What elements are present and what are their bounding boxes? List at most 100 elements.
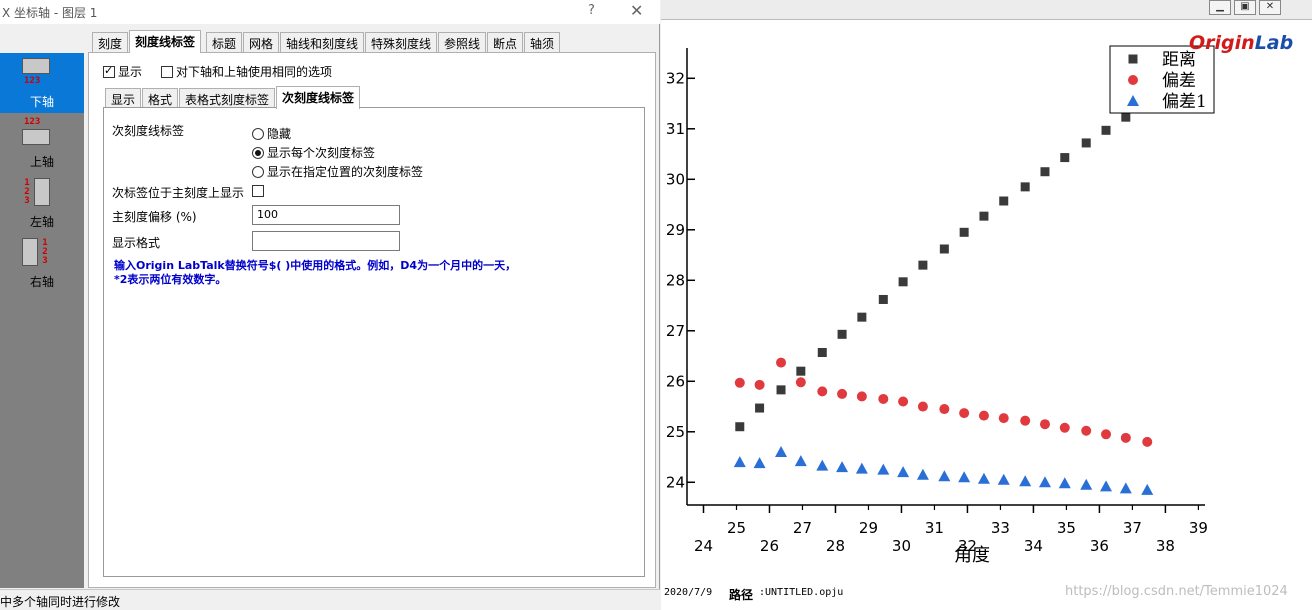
data-point-2 <box>938 470 951 482</box>
x-major-tick-label: 26 <box>760 537 779 555</box>
axis-item-label: 下轴 <box>29 95 54 109</box>
scatter-chart[interactable]: 24252627282930313224 26 28 30 32 34 36 3825 27 29… <box>661 0 1312 584</box>
data-point-0 <box>939 244 949 254</box>
data-point-0 <box>898 277 908 287</box>
data-point-1 <box>1039 419 1050 430</box>
axis-item-label: 上轴 <box>29 155 54 169</box>
data-point-2 <box>1080 478 1093 490</box>
tab-scale[interactable]: 刻度 <box>92 32 129 52</box>
path-value: :UNTITLED.opju <box>759 587 844 598</box>
subtab-display[interactable]: 显示 <box>105 88 142 108</box>
at-major-label: 次标签位于主刻度上显示 <box>112 186 245 200</box>
data-point-1 <box>837 388 848 399</box>
status-text: 中多个轴同时进行修改 <box>0 595 121 609</box>
x-major-tick-label: 38 <box>1156 537 1175 555</box>
format-label: 显示格式 <box>112 236 161 250</box>
tab-rug[interactable]: 轴须 <box>524 32 561 52</box>
data-point-2 <box>1038 476 1051 488</box>
y-tick-label: 29 <box>666 221 685 239</box>
x-minor-tick-label: 29 <box>859 519 878 537</box>
subtab-format[interactable]: 格式 <box>142 88 179 108</box>
tab-breaks[interactable]: 断点 <box>487 32 524 52</box>
data-point-2 <box>753 457 766 469</box>
axis-item-right[interactable]: 1 2 3 右轴 <box>0 233 84 293</box>
data-point-1 <box>734 377 745 388</box>
axis-dialog: X 坐标轴 - 图层 1 ? ✕ 123 下轴 123 上轴 1 2 3 左轴 <box>0 0 660 610</box>
data-point-2 <box>1100 480 1113 492</box>
x-major-tick-label: 30 <box>892 537 911 555</box>
tab-tick-labels[interactable]: 刻度线标签 <box>129 30 202 53</box>
offset-label: 主刻度偏移 (%) <box>112 210 197 224</box>
x-major-tick-label: 28 <box>826 537 845 555</box>
data-point-1 <box>1101 429 1112 440</box>
at-major-checkbox[interactable] <box>252 184 267 198</box>
data-point-1 <box>754 379 765 390</box>
offset-input[interactable]: 100 <box>252 205 400 225</box>
data-point-0 <box>755 403 765 413</box>
radio-show-specified[interactable]: 显示在指定位置的次刻度标签 <box>252 163 423 180</box>
tab-title[interactable]: 标题 <box>206 32 243 52</box>
axis-item-top[interactable]: 123 上轴 <box>0 113 84 173</box>
axis-item-label: 左轴 <box>29 215 54 229</box>
tab-grid[interactable]: 网格 <box>243 32 280 52</box>
radio-icon <box>252 128 264 140</box>
data-point-1 <box>998 413 1009 424</box>
data-point-1 <box>795 377 806 388</box>
data-point-1 <box>978 410 989 421</box>
data-point-0 <box>1081 138 1091 148</box>
graph-window: ▁ ▣ ✕ 24 25 26 27 28 29 30 31 32 24 26 28 30 32 34 36 38… <box>661 0 1312 610</box>
x-minor-tick-label: 35 <box>1057 519 1076 537</box>
format-hint: 输入Origin LabTalk替换符号$( )中使用的格式。例如，D4为一个月… <box>114 259 517 286</box>
subtab-table-labels[interactable]: 表格式刻度标签 <box>179 88 276 108</box>
x-minor-tick-label: 37 <box>1123 519 1142 537</box>
data-point-2 <box>1058 477 1071 489</box>
axis-item-bottom[interactable]: 123 下轴 <box>0 53 84 113</box>
data-point-0 <box>796 366 806 376</box>
data-point-0 <box>1060 153 1070 163</box>
close-button[interactable]: ✕ <box>630 1 643 20</box>
data-point-1 <box>917 401 928 412</box>
data-point-0 <box>878 294 888 304</box>
data-point-1 <box>939 404 950 415</box>
y-tick-label: 31 <box>666 120 685 138</box>
tab-special-ticks[interactable]: 特殊刻度线 <box>365 32 438 52</box>
radio-hide[interactable]: 隐藏 <box>252 125 291 142</box>
tab-line-ticks[interactable]: 轴线和刻度线 <box>280 32 365 52</box>
radio-selected-icon <box>252 147 264 159</box>
show-checkbox[interactable]: 显示 <box>103 63 142 80</box>
y-tick-label: 24 <box>666 473 685 491</box>
format-input[interactable] <box>252 231 400 251</box>
data-point-2 <box>997 473 1010 485</box>
data-point-0 <box>857 312 867 322</box>
dialog-titlebar: X 坐标轴 - 图层 1 ? ✕ <box>0 0 660 24</box>
data-point-1 <box>856 391 867 402</box>
data-point-0 <box>959 227 969 237</box>
same-options-checkbox[interactable]: 对下轴和上轴使用相同的选项 <box>161 63 332 80</box>
data-point-1 <box>1142 436 1153 447</box>
path-label: 路径 <box>729 588 754 602</box>
graph-date: 2020/7/9 <box>664 587 713 598</box>
right-axis-icon: 1 2 3 <box>22 236 50 268</box>
help-button[interactable]: ? <box>588 3 595 18</box>
data-point-0 <box>776 385 786 395</box>
data-point-2 <box>775 445 788 457</box>
data-point-1 <box>878 393 889 404</box>
tab-content-panel: 显示 对下轴和上轴使用相同的选项 显示 格式 表格式刻度标签 次刻度线标签 次刻… <box>88 52 656 588</box>
data-point-1 <box>817 386 828 397</box>
radio-icon <box>252 166 264 178</box>
data-point-1 <box>1059 422 1070 433</box>
tab-reference-lines[interactable]: 参照线 <box>438 32 487 52</box>
left-axis-icon: 1 2 3 <box>22 176 50 208</box>
data-point-0 <box>1040 167 1050 177</box>
data-point-2 <box>1119 482 1132 494</box>
data-point-2 <box>916 468 929 480</box>
y-tick-label: 26 <box>666 372 685 390</box>
data-point-2 <box>836 461 849 473</box>
data-point-1 <box>1081 425 1092 436</box>
y-tick-label: 32 <box>666 69 685 87</box>
axis-item-left[interactable]: 1 2 3 左轴 <box>0 173 84 233</box>
subtab-minor-labels[interactable]: 次刻度线标签 <box>276 86 361 109</box>
legend-label: 偏差 <box>1162 71 1196 91</box>
legend-marker <box>1128 54 1138 64</box>
radio-show-each[interactable]: 显示每个次刻度标签 <box>252 144 375 161</box>
